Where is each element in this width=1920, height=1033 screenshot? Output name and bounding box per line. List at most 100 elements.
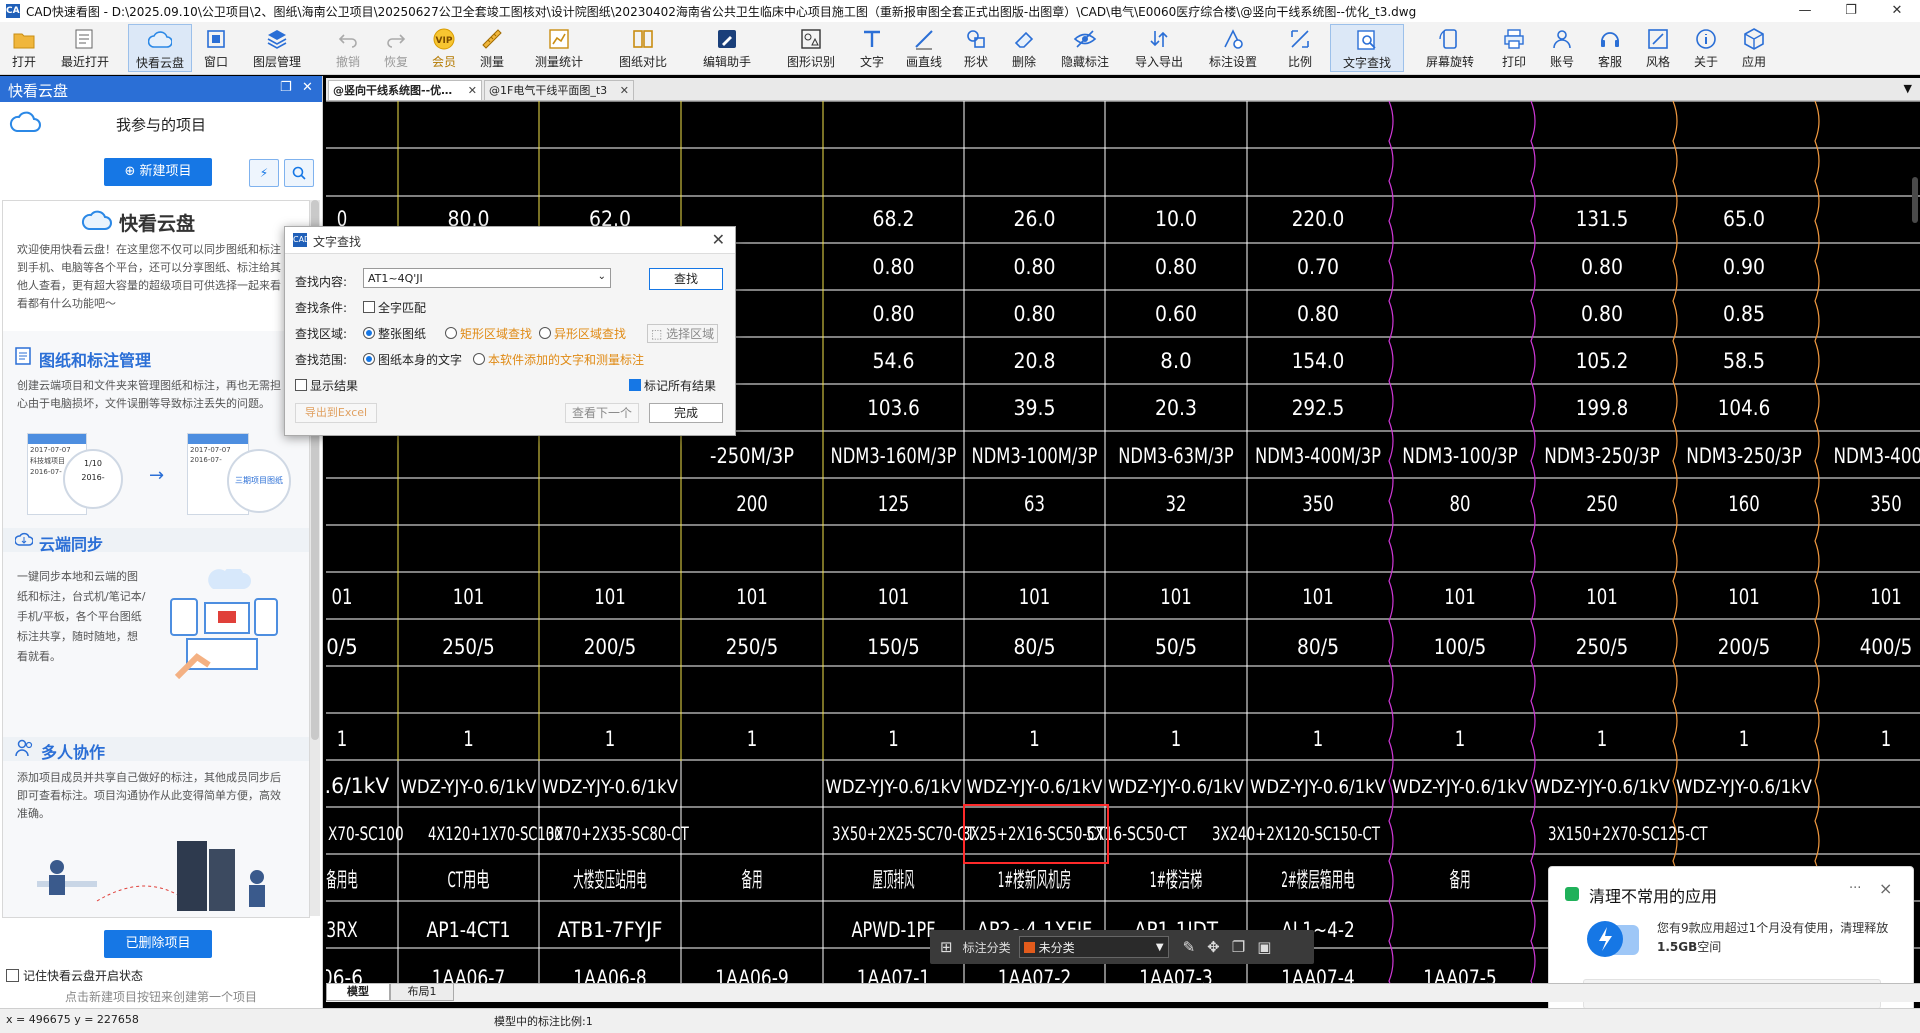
toolbar-button-print[interactable]: 打印 [1490,24,1538,72]
close-tab-icon[interactable]: ✕ [468,81,477,101]
area-rect-radio[interactable]: 矩形区域查找 [445,325,532,342]
cad-cell-text: 1 [463,727,474,751]
remember-state-checkbox[interactable]: 记住快看云盘开启状态 [6,967,143,984]
toolbar-button-label: 恢复 [384,53,408,70]
cad-cell-text: 10.0 [1155,207,1197,231]
app-logo-icon: CAD [293,233,307,247]
cad-cell-text: 350 [1302,492,1334,516]
toolbar-button-style[interactable]: 风格 [1634,24,1682,72]
more-options-icon[interactable]: ··· [1849,881,1861,896]
chevron-down-icon: ▼ [1156,942,1164,953]
sync-icon[interactable]: ⚡ [249,159,279,187]
cad-cell-text: WDZ-YJY-0.6/1kV [1534,776,1670,798]
toolbar-button-undo[interactable]: 撤销 [324,24,372,72]
toolbar-button-hide-annotation[interactable]: 隐藏标注 [1048,24,1122,72]
toolbar-button-shape[interactable]: 形状 [952,24,1000,72]
cloud-intro-text: 欢迎使用快看云盘！在这里您不仅可以同步图纸和标注到手机、电脑等各个平台，还可以分… [17,241,289,313]
close-dialog-icon[interactable]: ✕ [712,230,725,249]
checkbox-box[interactable] [6,969,19,982]
select-area-button[interactable]: ⬚ 选择区域 [647,324,718,343]
close-notification-icon[interactable]: × [1879,879,1892,898]
cad-cell-text: 58.5 [1723,349,1765,373]
scope-added-text-radio[interactable]: 本软件添加的文字和测量标注 [473,351,644,368]
toolbar-button-account[interactable]: 账号 [1538,24,1586,72]
redo-icon [383,27,409,51]
tab-list-dropdown-icon[interactable]: ▼ [1904,82,1912,95]
edit-annotation-icon[interactable]: ✎ [1183,938,1196,956]
toolbar-button-edit-helper[interactable]: 编辑助手 [690,24,764,72]
toolbar-button-line[interactable]: 画直线 [896,24,952,72]
toolbar-button-compare[interactable]: 图纸对比 [606,24,680,72]
minimize-icon[interactable]: — [1782,0,1828,22]
search-icon[interactable] [284,159,314,187]
toolbar-button-scale[interactable]: 比例 [1276,24,1324,72]
dialog-header[interactable]: CAD 文字查找 ✕ [285,227,735,254]
my-projects-row[interactable]: 我参与的项目 [0,102,322,142]
column-divider-wavy [1673,101,1677,983]
annotation-category-select[interactable]: 未分类 ▼ [1019,936,1169,958]
toolbar-button-text[interactable]: 文字 [848,24,896,72]
toolbar-button-info[interactable]: 关于 [1682,24,1730,72]
toolbar-button-shape-recognition[interactable]: 图形识别 [774,24,848,72]
toolbar-button-annotation-settings[interactable]: 标注设置 [1196,24,1270,72]
canvas-scrollbar[interactable] [1912,177,1918,223]
cloud-intro-scroll[interactable]: 快看云盘 欢迎使用快看云盘！在这里您不仅可以同步图纸和标注到手机、电脑等各个平台… [2,200,310,918]
empty-project-hint: 点击新建项目按钮来创建第一个项目 [0,988,322,1005]
find-content-input[interactable]: AT1~4Q'JI ⌄ [363,268,611,288]
close-tab-icon[interactable]: ✕ [620,81,629,101]
paste-icon[interactable]: ▣ [1257,938,1271,956]
toolbar-button-label: 编辑助手 [703,53,751,70]
toolbar-button-vip[interactable]: VIP会员 [420,24,468,72]
area-irregular-radio[interactable]: 异形区域查找 [539,325,626,342]
copy-icon[interactable]: ❐ [1232,938,1245,956]
toolbar-button-label: 文字 [860,53,884,70]
cad-cell-text: 101 [878,585,910,609]
toolbar-button-headset[interactable]: 客服 [1586,24,1634,72]
text-icon [859,27,885,51]
grid-icon[interactable]: ⊞ [940,938,953,956]
full-match-checkbox[interactable]: 全字匹配 [363,299,426,316]
scope-drawing-text-radio[interactable]: 图纸本身的文字 [363,351,462,368]
mark-all-checkbox[interactable]: 标记所有结果 [629,377,716,394]
toolbar-button-window[interactable]: 窗口 [192,24,240,72]
done-button[interactable]: 完成 [649,403,723,423]
toolbar-button-measure[interactable]: 测量 [468,24,516,72]
toolbar-button-apps[interactable]: 应用 [1730,24,1778,72]
cad-cell-text: 1AA07-5 [1423,966,1497,983]
tab-layout1[interactable]: 布局1 [390,984,454,1001]
move-icon[interactable]: ✥ [1207,938,1220,956]
toolbar-button-recent[interactable]: 最近打开 [48,24,122,72]
toolbar-button-eraser[interactable]: 删除 [1000,24,1048,72]
cad-cell-text: 250 [1586,492,1618,516]
cad-cell-text: WDZ-YJY-0.6/1kV [542,776,678,798]
toolbar-button-text-search[interactable]: 文字查找 [1330,24,1404,72]
tab-riser-diagram[interactable]: @竖向干线系统图--优…✕ [328,80,482,100]
cad-cell-text: 65.0 [1723,207,1765,231]
cad-cell-text: 1AA06-7 [432,966,506,983]
toolbar-button-rotate-screen[interactable]: 屏幕旋转 [1410,24,1490,72]
toolbar-button-import-export[interactable]: 导入导出 [1122,24,1196,72]
headset-icon [1597,27,1623,51]
cad-cell-text: 1AA07-4 [1281,966,1355,983]
close-window-icon[interactable]: ✕ [1874,0,1920,22]
toolbar-button-redo[interactable]: 恢复 [372,24,420,72]
cad-cell-text: NDM3-400/3 [1834,444,1920,468]
toolbar-button-folder-open[interactable]: 打开 [0,24,48,72]
new-project-button[interactable]: ⊕ 新建项目 [104,158,212,186]
history-dropdown-icon[interactable]: ⌄ [598,271,606,282]
find-button[interactable]: 查找 [649,268,723,290]
show-results-checkbox[interactable]: 显示结果 [295,377,358,394]
toolbar-button-measure-stats[interactable]: 测量统计 [522,24,596,72]
tab-1f-plan[interactable]: @1F电气干线平面图_t3✕ [484,80,634,100]
close-panel-icon[interactable]: ✕ [302,80,313,95]
deleted-projects-button[interactable]: 已删除项目 [104,930,212,958]
tab-model[interactable]: 模型 [326,984,390,1001]
toolbar-button-layers[interactable]: 图层管理 [240,24,314,72]
find-next-button[interactable]: 查看下一个 [565,403,639,423]
float-panel-icon[interactable]: ❐ [280,80,292,95]
area-whole-drawing-radio[interactable]: 整张图纸 [363,325,426,342]
export-excel-button[interactable]: 导出到Excel [295,403,377,423]
maximize-icon[interactable]: ❐ [1828,0,1874,22]
toolbar-button-cloud[interactable]: 快看云盘 [128,24,192,72]
cad-cell-text: 备用电 [326,868,358,892]
